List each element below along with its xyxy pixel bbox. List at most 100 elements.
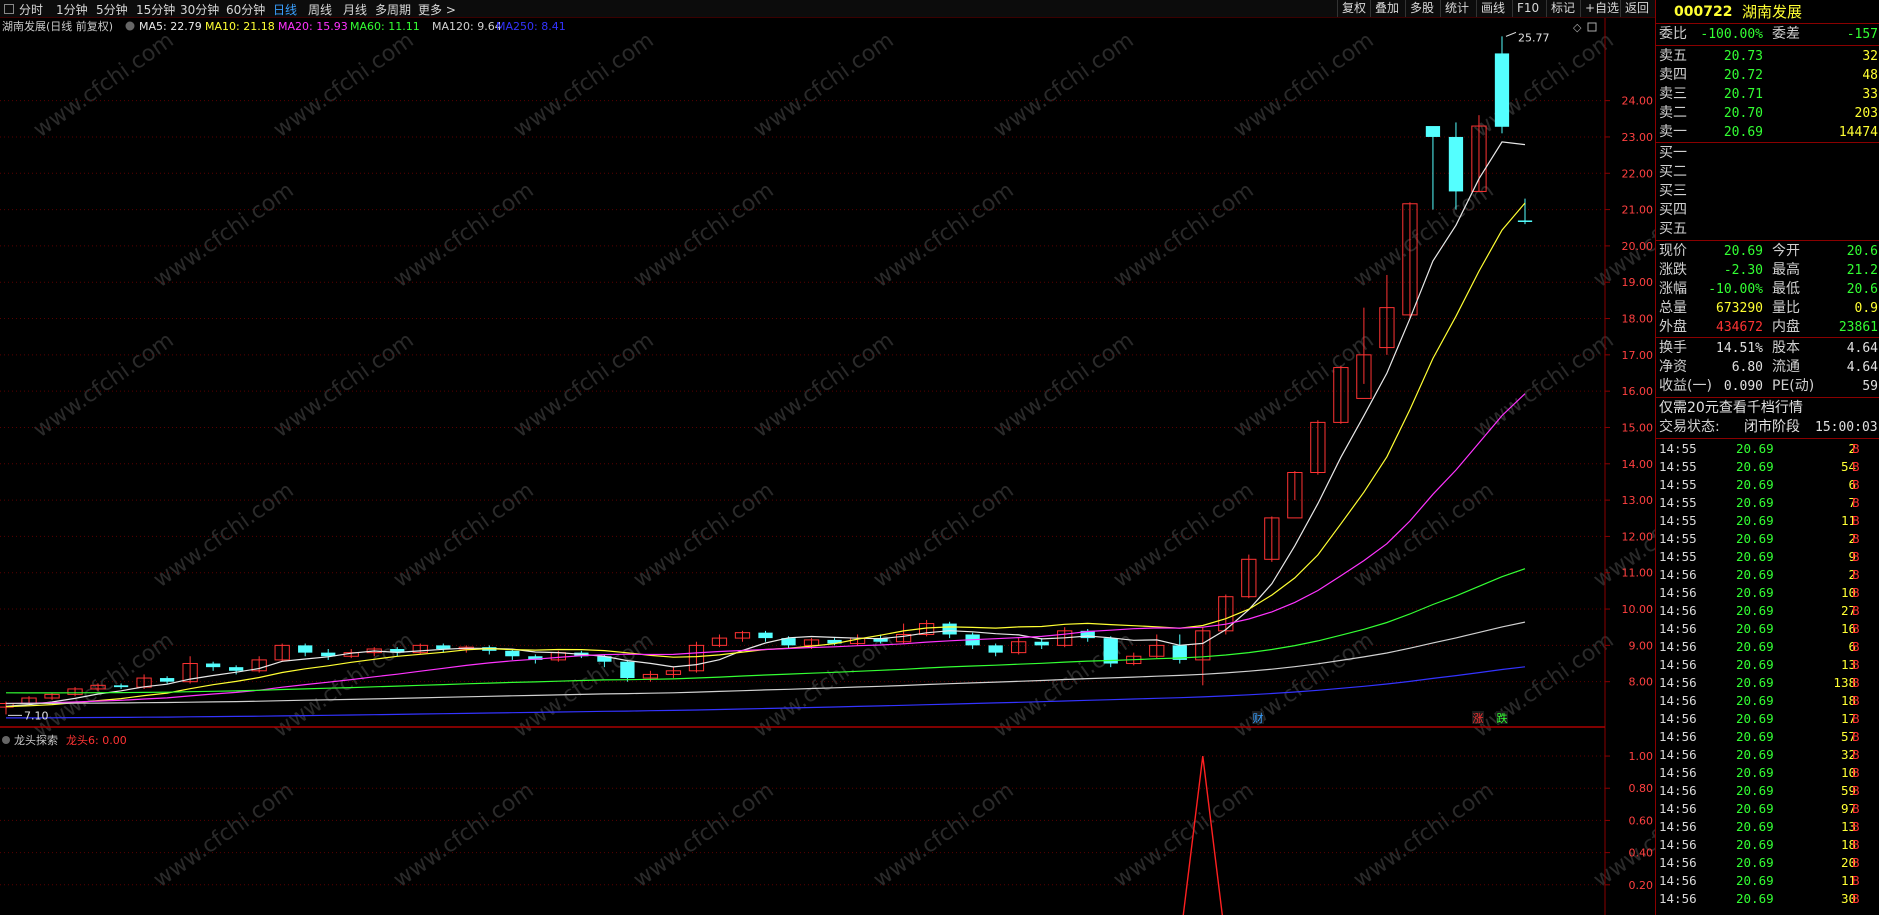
- period-tab-1[interactable]: 1分钟: [56, 1, 88, 18]
- candle-body-down[interactable]: [436, 645, 451, 649]
- tick-row[interactable]: 14:56 20.69 20 B: [1656, 854, 1879, 872]
- ask-volume: 14474: [1838, 125, 1878, 140]
- period-tab-2[interactable]: 5分钟: [96, 1, 128, 18]
- period-tab-9[interactable]: 多周期: [375, 1, 411, 18]
- period-tab-6[interactable]: 日线: [273, 1, 297, 18]
- toolbar-button-4[interactable]: 画线: [1476, 0, 1509, 17]
- tick-t: 14:56: [1659, 639, 1697, 654]
- candle-body-down[interactable]: [1517, 220, 1533, 222]
- tick-row[interactable]: 14:56 20.69 2 B: [1656, 566, 1879, 584]
- tick-row[interactable]: 14:56 20.69 16 B: [1656, 620, 1879, 638]
- tick-row[interactable]: 14:56 20.69 27 B: [1656, 602, 1879, 620]
- tick-row[interactable]: 14:55 20.69 54 B: [1656, 458, 1879, 476]
- period-tab-8[interactable]: 月线: [343, 1, 367, 18]
- candle-body-down[interactable]: [620, 661, 635, 679]
- period-tab-4[interactable]: 30分钟: [180, 1, 219, 18]
- kline-chart[interactable]: www.cfchi.com www.cfchi.com www.cfchi.com w…: [0, 18, 1655, 915]
- price-tick-label: 24.00: [1622, 95, 1654, 108]
- tick-p: 20.69: [1736, 531, 1774, 546]
- stock-name: 湖南发展: [1742, 3, 1803, 21]
- tick-row[interactable]: 14:56 20.69 6 B: [1656, 638, 1879, 656]
- tick-q: 10: [1840, 585, 1856, 600]
- toolbar-button-5[interactable]: F10: [1512, 0, 1543, 17]
- sidebar-toggle-icon[interactable]: [4, 4, 14, 14]
- candle-body-down[interactable]: [298, 645, 313, 653]
- tick-row[interactable]: 14:56 20.69 10 B: [1656, 764, 1879, 782]
- toolbar-button-0[interactable]: 复权: [1337, 0, 1370, 17]
- tick-p: 20.69: [1736, 873, 1774, 888]
- price-tick-label: 8.00: [1629, 676, 1654, 689]
- candle-body-down[interactable]: [1034, 641, 1049, 646]
- tick-row[interactable]: 14:56 20.69 97 B: [1656, 800, 1879, 818]
- tick-row[interactable]: 14:56 20.69 17 B: [1656, 710, 1879, 728]
- period-tab-5[interactable]: 60分钟: [226, 1, 265, 18]
- stat-value-2: 21.2: [1846, 263, 1878, 278]
- weicha-label: 委差: [1772, 26, 1800, 42]
- tick-row[interactable]: 14:56 20.69 57 B: [1656, 728, 1879, 746]
- tick-p: 20.69: [1736, 783, 1774, 798]
- watermark-text: www.cfchi.com: [1109, 778, 1258, 893]
- tick-p: 20.69: [1736, 549, 1774, 564]
- legend-toggle-icon[interactable]: [125, 21, 135, 31]
- stat-row-4: 外盘 434672 内盘 23861: [1656, 318, 1879, 337]
- tick-row[interactable]: 14:55 20.69 9 B: [1656, 548, 1879, 566]
- tick-row[interactable]: 14:56 20.69 18 B: [1656, 692, 1879, 710]
- tick-t: 14:56: [1659, 873, 1697, 888]
- watermark-text: www.cfchi.com: [629, 778, 778, 893]
- toolbar-button-3[interactable]: 统计: [1440, 0, 1473, 17]
- toolbar-button-2[interactable]: 多股: [1405, 0, 1438, 17]
- tick-row[interactable]: 14:55 20.69 7 B: [1656, 494, 1879, 512]
- tick-row[interactable]: 14:55 20.69 11 B: [1656, 512, 1879, 530]
- watermark-text: www.cfchi.com: [389, 478, 538, 593]
- tick-row[interactable]: 14:56 20.69 59 B: [1656, 782, 1879, 800]
- tick-row[interactable]: 14:56 20.69 30 B: [1656, 890, 1879, 908]
- candle-body-down[interactable]: [988, 645, 1003, 653]
- tick-row[interactable]: 14:56 20.69 18 B: [1656, 836, 1879, 854]
- tick-row[interactable]: 14:55 20.69 6 B: [1656, 476, 1879, 494]
- tick-t: 14:56: [1659, 621, 1697, 636]
- toolbar-button-8[interactable]: 返回: [1620, 0, 1653, 17]
- candle-body-down[interactable]: [1103, 638, 1118, 664]
- period-tab-3[interactable]: 15分钟: [136, 1, 175, 18]
- tick-row[interactable]: 14:56 20.69 32 B: [1656, 746, 1879, 764]
- tick-q: 16: [1840, 621, 1856, 636]
- toolbar-button-7[interactable]: +自选: [1580, 0, 1623, 17]
- tick-row[interactable]: 14:56 20.69 10 B: [1656, 584, 1879, 602]
- indicator-toggle-icon[interactable]: [2, 736, 10, 744]
- tick-row[interactable]: 14:55 20.69 2 B: [1656, 530, 1879, 548]
- candle-body-down[interactable]: [159, 678, 175, 682]
- candle-body-down[interactable]: [229, 667, 244, 671]
- ma-legend-0: MA5: 22.79: [139, 20, 202, 33]
- tick-row[interactable]: 14:56 20.69 138 B: [1656, 674, 1879, 692]
- candle-body-down[interactable]: [1494, 53, 1510, 127]
- tick-row[interactable]: 14:56 20.69 11 B: [1656, 872, 1879, 890]
- price-tick-label: 19.00: [1622, 276, 1654, 289]
- candle-body-down[interactable]: [942, 623, 957, 635]
- toolbar-button-6[interactable]: 标记: [1546, 0, 1579, 17]
- watermark-text: www.cfchi.com: [989, 328, 1138, 443]
- toolbar-button-1[interactable]: 叠加: [1370, 0, 1403, 17]
- promo-row[interactable]: 仅需20元查看千档行情: [1656, 399, 1879, 418]
- chart-maximize-icon[interactable]: [1587, 22, 1597, 32]
- candle-body-down[interactable]: [758, 632, 773, 639]
- period-tab-7[interactable]: 周线: [308, 1, 332, 18]
- price-tick-label: 13.00: [1622, 494, 1654, 507]
- candle-body-down[interactable]: [1425, 126, 1441, 137]
- tick-t: 14:56: [1659, 675, 1697, 690]
- candle-body-down[interactable]: [1448, 136, 1464, 192]
- tick-q: 30: [1840, 891, 1856, 906]
- ask-price: 20.71: [1723, 87, 1763, 102]
- promo-text[interactable]: 仅需20元查看千档行情: [1659, 399, 1803, 418]
- ask-row-0: 卖五 20.73 32: [1656, 47, 1879, 66]
- tick-row[interactable]: 14:56 20.69 13 B: [1656, 818, 1879, 836]
- tick-row[interactable]: 14:55 20.69 2 B: [1656, 440, 1879, 458]
- period-tab-0[interactable]: 分时: [19, 1, 43, 18]
- candle-body-down[interactable]: [505, 650, 520, 657]
- tick-row[interactable]: 14:56 20.69 13 B: [1656, 656, 1879, 674]
- candle-body-down[interactable]: [113, 685, 129, 688]
- stat-label-2: 最低: [1772, 281, 1800, 297]
- candle-body-down[interactable]: [206, 663, 221, 668]
- price-tick-label: 9.00: [1629, 639, 1654, 652]
- period-tab-10[interactable]: 更多 >: [418, 1, 456, 18]
- ask-label: 卖五: [1659, 48, 1687, 64]
